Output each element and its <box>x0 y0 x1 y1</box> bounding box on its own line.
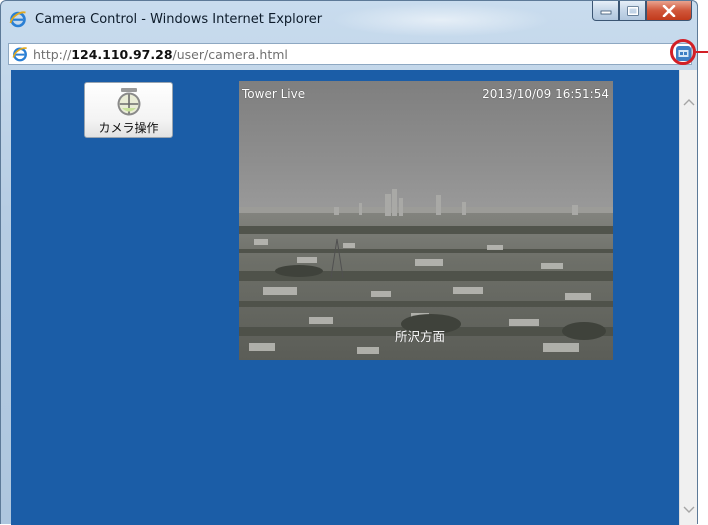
address-bar[interactable]: http://124.110.97.28/user/camera.html <box>8 43 692 65</box>
minimize-button[interactable] <box>592 1 619 21</box>
url-path: /user/camera.html <box>172 47 288 62</box>
maximize-button[interactable] <box>619 1 646 21</box>
close-icon <box>662 4 676 17</box>
window-controls <box>592 1 692 23</box>
maximize-icon <box>626 5 639 16</box>
camera-control-label: カメラ操作 <box>98 121 159 135</box>
video-location-label: 所沢方面 <box>395 329 446 344</box>
title-glow <box>331 3 551 37</box>
camera-control-button[interactable]: カメラ操作 <box>84 82 173 138</box>
camera-live-view: Tower Live 2013/10/09 16:51:54 所沢方面 <box>239 81 613 360</box>
annotation-pointer <box>696 51 708 53</box>
scroll-down-icon[interactable] <box>683 500 695 513</box>
video-title: Tower Live <box>242 87 306 101</box>
city-view-image <box>239 81 613 360</box>
annotation-circle <box>670 39 696 65</box>
close-button[interactable] <box>646 1 692 21</box>
ie-page-icon <box>12 46 28 62</box>
vertical-scrollbar[interactable] <box>679 70 697 525</box>
address-url[interactable]: http://124.110.97.28/user/camera.html <box>33 47 288 62</box>
browser-window: Camera Control - Windows Internet Explor… <box>0 0 708 525</box>
url-scheme: http:// <box>33 47 72 62</box>
camera-dome-icon <box>116 87 142 117</box>
page-content: カメラ操作 Tower Live 2013/10/09 16:51:54 所沢方… <box>11 70 679 525</box>
title-bar[interactable]: Camera Control - Windows Internet Explor… <box>1 1 699 39</box>
scroll-up-icon[interactable] <box>683 92 695 106</box>
window-title: Camera Control - Windows Internet Explor… <box>35 12 323 27</box>
minimize-icon <box>600 10 611 14</box>
ie-icon <box>9 10 27 28</box>
video-timestamp: 2013/10/09 16:51:54 <box>482 87 609 101</box>
url-host: 124.110.97.28 <box>71 47 173 62</box>
